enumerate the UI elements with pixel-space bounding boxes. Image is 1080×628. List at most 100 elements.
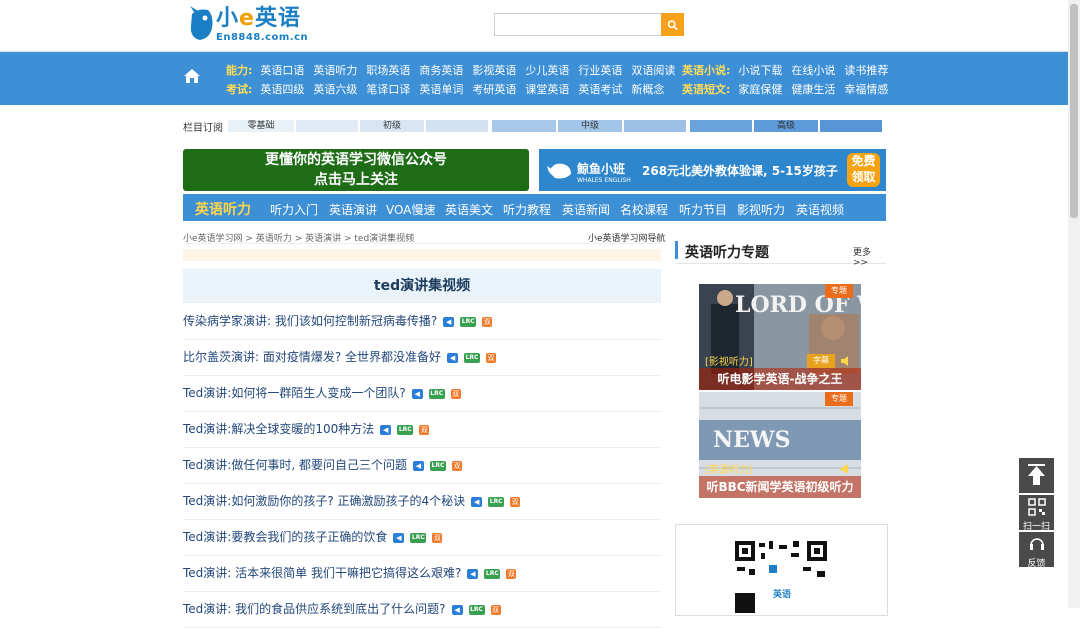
site-logo[interactable]: 小e英语 En8848.com.cn: [188, 6, 308, 44]
article-link[interactable]: 比尔盖茨演讲: 面对疫情爆发? 全世界都没准备好 ◀ LRC 双: [183, 348, 497, 365]
level-advanced[interactable]: 高级: [754, 120, 818, 132]
tab-film[interactable]: 影视听力: [737, 201, 785, 218]
nav-link-short-1[interactable]: 健康生活: [791, 83, 835, 96]
tab-university[interactable]: 名校课程: [620, 201, 668, 218]
tab-voa[interactable]: VOA慢速: [386, 201, 435, 218]
list-item: 传染病学家演讲: 我们该如何控制新冠病毒传播? ◀ LRC 双: [183, 303, 661, 340]
lrc-badge[interactable]: LRC: [488, 496, 505, 507]
scan-qr-button[interactable]: 扫一扫: [1019, 495, 1054, 532]
nav-link-exam-2[interactable]: 笔译口译: [366, 83, 410, 96]
nav-link-exam-5[interactable]: 课堂英语: [525, 83, 569, 96]
bilingual-badge[interactable]: 双: [482, 316, 493, 327]
back-to-top-button[interactable]: [1019, 458, 1054, 493]
audio-icon[interactable]: ◀: [451, 604, 463, 615]
lrc-badge[interactable]: LRC: [468, 604, 485, 615]
level-beginner[interactable]: 初级: [360, 120, 424, 132]
search-input[interactable]: [494, 13, 664, 36]
article-link[interactable]: 传染病学家演讲: 我们该如何控制新冠病毒传播? ◀ LRC 双: [183, 312, 493, 329]
level-zero[interactable]: 零基础: [228, 120, 294, 132]
bilingual-badge[interactable]: 双: [510, 496, 521, 507]
nav-link-exam-4[interactable]: 考研英语: [472, 83, 516, 96]
search-button[interactable]: [661, 13, 684, 36]
article-link[interactable]: Ted演讲: 活本来很简单 我们干嘛把它搞得这么艰难? ◀ LRC 双: [183, 564, 517, 581]
audio-icon[interactable]: ◀: [412, 460, 424, 471]
page-scrollbar[interactable]: [1068, 0, 1080, 608]
tab-essay[interactable]: 英语美文: [445, 201, 493, 218]
nav-link-exam-3[interactable]: 英语单词: [419, 83, 463, 96]
topic-card-lord-of-war[interactable]: LORD OF W... 专题 [影视听力] 字幕 听电影学英语-战争之王: [699, 284, 861, 390]
search-box: [494, 13, 684, 36]
whales-ad-banner[interactable]: 鲸鱼小班 WHALES ENGLISH 268元北美外教体验课, 5-15岁孩子…: [539, 149, 886, 191]
nav-link-short-2[interactable]: 幸福情感: [844, 83, 888, 96]
audio-icon[interactable]: ◀: [443, 316, 455, 327]
nav-link-exam-7[interactable]: 新概念: [631, 83, 664, 96]
lrc-badge[interactable]: LRC: [484, 568, 501, 579]
nav-link-novel-0[interactable]: 小说下载: [738, 64, 782, 77]
free-claim-badge[interactable]: 免费 领取: [847, 153, 880, 187]
sidebar-header: 英语听力专题 更多>>: [675, 239, 886, 268]
audio-icon[interactable]: ◀: [467, 568, 479, 579]
level-intermediate-a[interactable]: [492, 120, 556, 132]
wechat-banner[interactable]: 更懂你的英语学习微信公众号 点击马上关注: [183, 149, 529, 191]
list-item: Ted演讲:要教会我们的孩子正确的饮食 ◀ LRC 双: [183, 519, 661, 556]
tab-video[interactable]: 英语视频: [796, 201, 844, 218]
tab-course[interactable]: 听力教程: [503, 201, 551, 218]
article-link[interactable]: Ted演讲:解决全球变暖的100种方法 ◀ LRC 双: [183, 420, 430, 437]
tab-listening-intro[interactable]: 听力入门: [270, 201, 318, 218]
nav-link-exam-6[interactable]: 英语考试: [578, 83, 622, 96]
audio-icon[interactable]: ◀: [447, 352, 459, 363]
level-zero-b[interactable]: [296, 120, 358, 132]
bilingual-badge[interactable]: 双: [432, 532, 443, 543]
topic-card-bbc-news[interactable]: NEWS 专题 [英语听力] 听BBC新闻学英语初级听力: [699, 392, 861, 498]
article-link[interactable]: Ted演讲:如何激励你的孩子? 正确激励孩子的4个秘诀 ◀ LRC 双: [183, 492, 521, 509]
lrc-badge[interactable]: LRC: [428, 388, 445, 399]
bilingual-badge[interactable]: 双: [451, 460, 462, 471]
search-icon: [667, 19, 678, 30]
sidebar-more-link[interactable]: 更多>>: [853, 245, 886, 268]
nav-link-exam-0[interactable]: 英语四级: [260, 83, 304, 96]
lrc-badge[interactable]: LRC: [410, 532, 427, 543]
home-icon[interactable]: [183, 67, 203, 87]
audio-icon[interactable]: ◀: [411, 388, 423, 399]
nav-link-novel-1[interactable]: 在线小说: [791, 64, 835, 77]
nav-link-ability-6[interactable]: 行业英语: [578, 64, 622, 77]
audio-icon[interactable]: ◀: [380, 424, 392, 435]
level-intermediate-b[interactable]: [624, 120, 686, 132]
level-beginner-b[interactable]: [426, 120, 488, 132]
nav-link-ability-0[interactable]: 英语口语: [260, 64, 304, 77]
lrc-badge[interactable]: LRC: [464, 352, 481, 363]
nav-link-exam-1[interactable]: 英语六级: [313, 83, 357, 96]
nav-link-ability-4[interactable]: 影视英语: [472, 64, 516, 77]
bilingual-badge[interactable]: 双: [506, 568, 517, 579]
article-link[interactable]: Ted演讲:如何将一群陌生人变成一个团队? ◀ LRC 双: [183, 384, 461, 401]
lrc-badge[interactable]: LRC: [397, 424, 414, 435]
article-link[interactable]: Ted演讲:要教会我们的孩子正确的饮食 ◀ LRC 双: [183, 528, 443, 545]
tab-program[interactable]: 听力节目: [679, 201, 727, 218]
nav-link-ability-7[interactable]: 双语阅读: [631, 64, 675, 77]
nav-link-ability-1[interactable]: 英语听力: [313, 64, 357, 77]
article-link[interactable]: Ted演讲:做任何事时, 都要问自己三个问题 ◀ LRC 双: [183, 456, 462, 473]
scrollbar-thumb[interactable]: [1070, 4, 1078, 218]
lrc-badge[interactable]: LRC: [460, 316, 477, 327]
audio-icon[interactable]: ◀: [393, 532, 405, 543]
level-advanced-a[interactable]: [690, 120, 752, 132]
level-intermediate[interactable]: 中级: [558, 120, 622, 132]
nav-link-ability-2[interactable]: 职场英语: [366, 64, 410, 77]
article-link[interactable]: Ted演讲: 我们的食品供应系统到底出了什么问题? ◀ LRC 双: [183, 600, 501, 617]
tab-news[interactable]: 英语新闻: [562, 201, 610, 218]
sidebar-title: 英语听力专题: [685, 245, 769, 261]
nav-link-short-0[interactable]: 家庭保健: [738, 83, 782, 96]
listening-bar-title[interactable]: 英语听力: [195, 199, 251, 219]
feedback-button[interactable]: 反馈: [1019, 532, 1054, 569]
nav-link-ability-3[interactable]: 商务英语: [419, 64, 463, 77]
bilingual-badge[interactable]: 双: [490, 604, 501, 615]
audio-icon[interactable]: ◀: [471, 496, 483, 507]
bilingual-badge[interactable]: 双: [486, 352, 497, 363]
level-advanced-b[interactable]: [820, 120, 882, 132]
bilingual-badge[interactable]: 双: [450, 388, 461, 399]
tab-speech[interactable]: 英语演讲: [329, 201, 377, 218]
bilingual-badge[interactable]: 双: [419, 424, 430, 435]
nav-link-ability-5[interactable]: 少儿英语: [525, 64, 569, 77]
nav-link-novel-2[interactable]: 读书推荐: [844, 64, 888, 77]
lrc-badge[interactable]: LRC: [429, 460, 446, 471]
